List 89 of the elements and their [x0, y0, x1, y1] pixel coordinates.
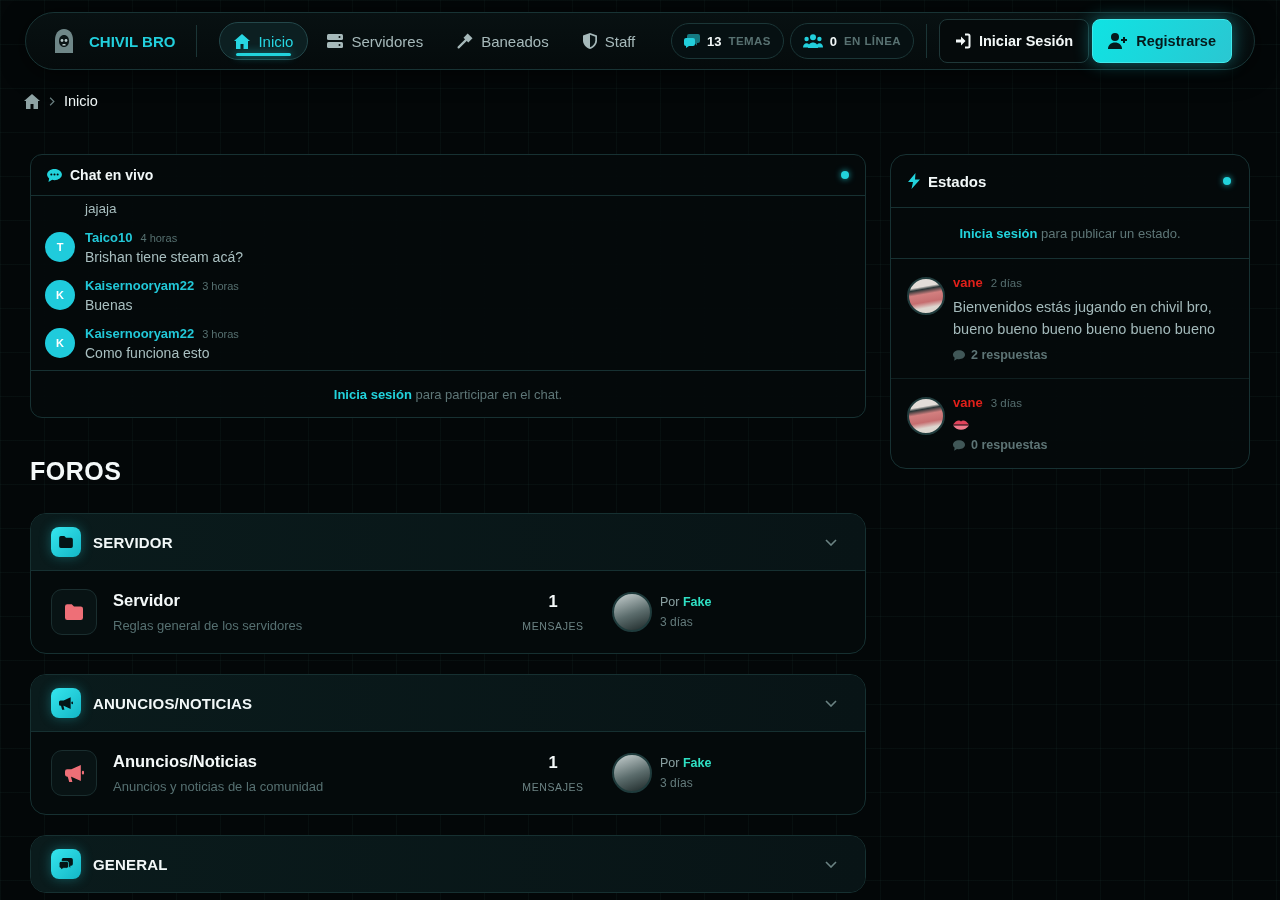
chat-message-text: Buenas — [85, 296, 134, 314]
message-count: 1 — [548, 753, 558, 772]
hooded-skull-logo-icon — [54, 29, 74, 53]
login-prompt-text: para publicar un estado. — [1041, 225, 1181, 241]
section-heading: FOROS — [30, 456, 123, 486]
stat-value: 13 — [707, 33, 722, 49]
shield-icon — [582, 33, 597, 49]
category-header-bar[interactable]: SERVIDOR — [31, 514, 865, 570]
chevron-down-icon — [825, 538, 837, 546]
user-plus-icon — [1108, 33, 1129, 49]
post-time: 3 días — [660, 615, 694, 629]
avatar-photo-placeholder — [907, 277, 945, 315]
megaphone-icon — [51, 688, 81, 718]
chevron-right-icon — [49, 96, 55, 106]
login-link[interactable]: Inicia sesión — [959, 225, 1038, 241]
live-dot-icon — [1223, 177, 1231, 185]
home-icon[interactable] — [24, 93, 40, 109]
site-name-link[interactable]: CHIVIL BRO — [89, 32, 176, 50]
status-text: Bienvenidos estás jugando en chivil bro, bueno bueno bueno bueno bueno bueno — [953, 298, 1217, 339]
message-time: 3 horas — [202, 279, 239, 294]
forum-title[interactable]: Servidor — [113, 591, 180, 610]
avatar-photo-placeholder — [612, 753, 652, 793]
chevron-down-icon — [825, 699, 837, 707]
replies-link[interactable]: 0 respuestas — [971, 438, 1048, 452]
forum-description: Anuncios y noticias de la comunidad — [113, 779, 324, 794]
chat-username[interactable]: Kaisernooryam22 — [85, 278, 195, 293]
user-avatar: T — [45, 232, 75, 262]
chat-message-text: jajaja — [85, 200, 118, 218]
comment-icon — [953, 439, 965, 451]
chat-message-text: Brishan tiene steam acá? — [85, 248, 243, 266]
category-title: ANUNCIOS/NOTICIAS — [93, 694, 253, 712]
count-label: MENSAJES — [522, 620, 584, 632]
chat-message-text: Como funciona esto — [85, 344, 211, 362]
category-header-bar[interactable]: ANUNCIOS/NOTICIAS — [31, 675, 865, 731]
count-label: MENSAJES — [522, 781, 584, 793]
avatar-photo-placeholder — [907, 397, 945, 435]
home-icon — [234, 33, 251, 49]
message-time: 4 horas — [140, 231, 178, 246]
lips-icon — [953, 420, 969, 430]
user-avatar: K — [45, 280, 75, 310]
forum-title[interactable]: Anuncios/Noticias — [113, 752, 257, 771]
login-button[interactable]: Iniciar Sesión — [938, 19, 1090, 63]
comments-icon — [51, 849, 81, 879]
chat-username[interactable]: Kaisernooryam22 — [85, 326, 195, 341]
category-title: GENERAL — [93, 855, 168, 873]
folder-icon — [51, 589, 97, 635]
stat-label: TEMAS — [728, 35, 771, 47]
nav-tab[interactable]: Staff — [567, 22, 651, 60]
stat-label: EN LÍNEA — [844, 35, 901, 47]
chevron-down-icon — [825, 860, 837, 868]
forum-description: Reglas general de los servidores — [113, 618, 303, 633]
comment-icon — [953, 349, 965, 361]
login-prompt-text: para participar en el chat. — [415, 386, 563, 402]
panel-title: Chat en vivo — [70, 167, 154, 183]
status-username[interactable]: vane — [953, 275, 983, 291]
live-dot-icon — [841, 171, 849, 179]
register-button[interactable]: Registrarse — [1092, 19, 1232, 63]
login-link[interactable]: Inicia sesión — [333, 386, 412, 402]
status-time: 2 días — [990, 276, 1022, 291]
author-link[interactable]: Fake — [682, 756, 712, 770]
by-label: Por — [660, 756, 680, 770]
nav-tab[interactable]: Servidores — [312, 22, 439, 60]
user-avatar: K — [45, 328, 75, 358]
lightning-bolt-icon — [908, 173, 920, 189]
message-time: 3 horas — [202, 327, 239, 342]
category-header-bar[interactable]: GENERAL — [31, 836, 865, 892]
folder-icon — [51, 527, 81, 557]
by-label: Por — [660, 595, 680, 609]
megaphone-icon — [51, 750, 97, 796]
nav-tab[interactable]: Baneados — [442, 22, 564, 60]
chat-bubble-icon — [47, 168, 62, 182]
nav-tab[interactable]: Inicio — [219, 22, 309, 60]
breadcrumb-current: Inicio — [64, 93, 98, 109]
avatar-photo-placeholder — [612, 592, 652, 632]
gavel-icon — [457, 33, 474, 49]
status-time: 3 días — [990, 396, 1022, 411]
post-time: 3 días — [660, 776, 694, 790]
status-username[interactable]: vane — [953, 395, 983, 411]
replies-link[interactable]: 2 respuestas — [971, 348, 1048, 362]
comments-icon — [684, 34, 701, 48]
sign-in-icon — [954, 33, 971, 49]
chat-username[interactable]: Taico10 — [85, 230, 133, 245]
users-icon — [802, 34, 823, 48]
author-link[interactable]: Fake — [682, 595, 712, 609]
stat-value: 0 — [829, 33, 838, 49]
category-title: SERVIDOR — [93, 533, 173, 551]
message-count: 1 — [548, 592, 558, 611]
server-icon — [327, 33, 344, 49]
panel-title: Estados — [928, 172, 987, 190]
